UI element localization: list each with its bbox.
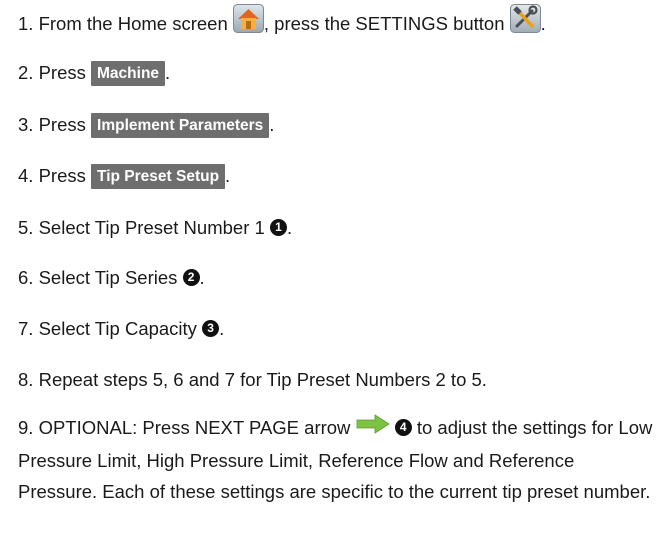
- step-punct: .: [269, 114, 275, 135]
- step-punct: .: [225, 165, 231, 186]
- implement-parameters-button: Implement Parameters: [91, 112, 270, 138]
- step-punct: .: [199, 267, 205, 288]
- next-page-arrow-icon: [356, 412, 390, 443]
- step-number: 4.: [18, 165, 34, 186]
- step-9: 9. OPTIONAL: Press NEXT PAGE arrow 4 to …: [18, 412, 658, 507]
- step-text: Repeat steps 5, 6 and 7 for Tip Preset N…: [38, 369, 487, 390]
- step-text: From the Home screen: [38, 12, 228, 34]
- step-8: 8. Repeat steps 5, 6 and 7 for Tip Prese…: [18, 365, 487, 395]
- step-3: 3. Press Implement Parameters.: [18, 110, 274, 140]
- step-1: 1. From the Home screen , press the SETT…: [18, 4, 546, 44]
- step-punct: .: [165, 62, 171, 83]
- step-punct: .: [286, 217, 293, 238]
- step-number: 5.: [18, 217, 34, 238]
- step-punct: .: [219, 318, 225, 339]
- step-number: 2.: [18, 62, 34, 83]
- step-5: 5. Select Tip Preset Number 1 1.: [18, 213, 292, 243]
- callout-1: 1: [269, 218, 287, 236]
- home-icon: [232, 4, 264, 42]
- step-text: Press: [38, 62, 86, 83]
- settings-tools-icon: [509, 4, 541, 42]
- machine-button: Machine: [91, 60, 166, 86]
- step-7: 7. Select Tip Capacity 3.: [18, 314, 224, 344]
- step-4: 4. Press Tip Preset Setup.: [18, 161, 230, 191]
- step-punct: .: [540, 12, 546, 34]
- step-2: 2. Press Machine.: [18, 58, 170, 88]
- instruction-page: 1. From the Home screen , press the SETT…: [0, 0, 669, 534]
- step-text: , press the SETTINGS button: [263, 12, 505, 34]
- step-text: Select Tip Series: [38, 267, 178, 288]
- step-number: 9.: [18, 417, 34, 438]
- step-text: Select Tip Capacity: [38, 318, 197, 339]
- callout-4: 4: [394, 418, 412, 436]
- step-number: 6.: [18, 267, 34, 288]
- callout-3: 3: [202, 319, 220, 337]
- tip-preset-setup-button: Tip Preset Setup: [91, 163, 226, 189]
- step-number: 3.: [18, 114, 34, 135]
- step-number: 8.: [18, 369, 34, 390]
- step-text: Select Tip Preset Number 1: [38, 217, 265, 238]
- callout-2: 2: [182, 268, 200, 286]
- step-text: Press: [38, 165, 86, 186]
- step-6: 6. Select Tip Series 2.: [18, 263, 205, 293]
- step-text: OPTIONAL: Press NEXT PAGE arrow: [38, 417, 351, 438]
- step-number: 7.: [18, 318, 34, 339]
- step-text: Press: [38, 114, 86, 135]
- step-number: 1.: [18, 12, 34, 34]
